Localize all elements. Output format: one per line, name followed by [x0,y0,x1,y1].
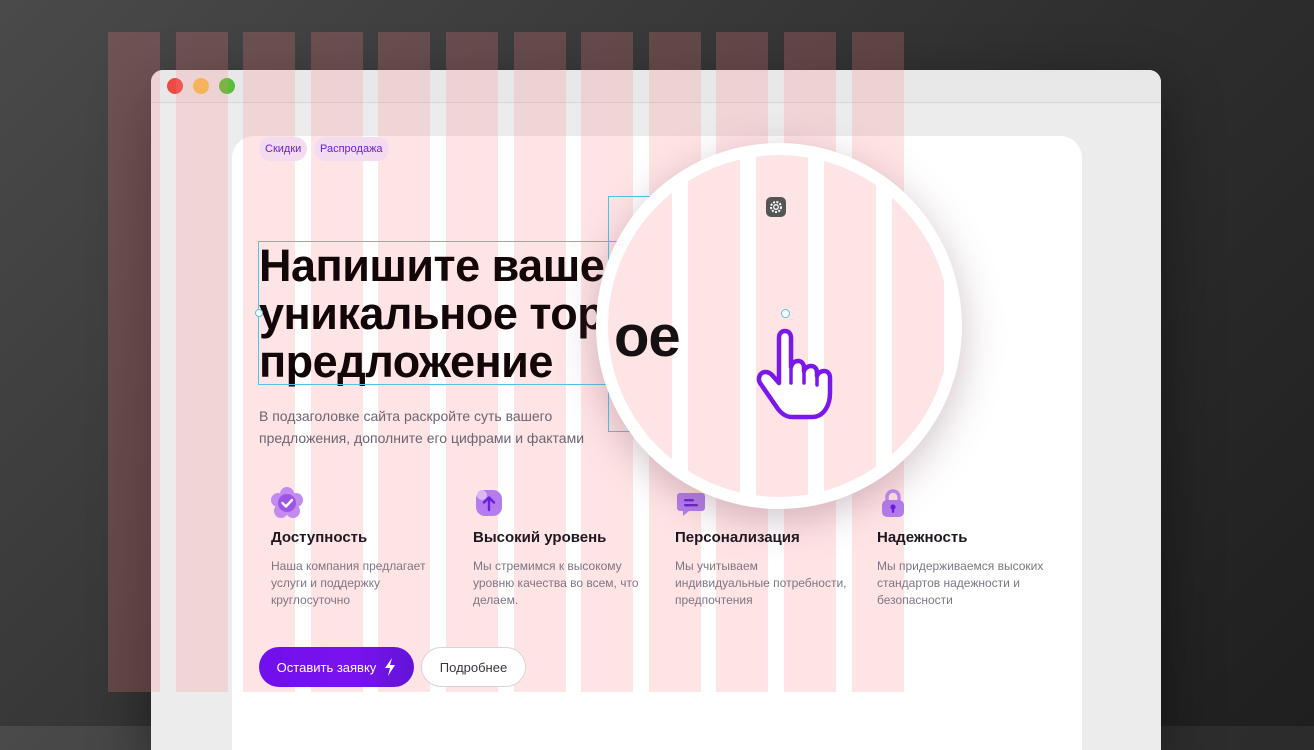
minimize-window-button[interactable] [193,78,209,94]
feature-description: Мы стремимся к высокому уровню качества … [473,559,639,607]
lightning-icon [385,658,396,676]
window-titlebar [151,70,1161,103]
grid-column [892,155,944,497]
title-selection-box [258,241,628,385]
feature-title: Высокий уровень [473,529,607,546]
feature-description: Мы придерживаемся высоких стандартов над… [877,559,1044,607]
grid-column [688,155,740,497]
flower-check-icon [271,487,303,518]
hero-subtitle: В подзаголовке сайта раскройте суть ваше… [259,405,619,449]
tag-chip-discounts[interactable]: Скидки [259,137,308,161]
feature-description: Мы учитываем индивидуальные потребности,… [675,559,847,607]
selection-handle[interactable] [255,309,263,317]
feature-title: Персонализация [675,529,800,546]
selection-handle[interactable] [781,309,790,318]
feature-title: Надежность [877,529,968,546]
tag-chip-sale[interactable]: Распродажа [314,137,389,161]
close-window-button[interactable] [167,78,183,94]
magnified-title-fragment: ое [614,304,681,369]
button-label: Оставить заявку [276,659,377,675]
maximize-window-button[interactable] [219,78,235,94]
leave-request-button[interactable]: Оставить заявку [259,647,414,687]
hero-subtitle-line: В подзаголовке сайта раскройте суть ваше… [259,408,553,424]
feature-title: Доступность [271,529,368,546]
hand-pointer-icon [756,328,833,420]
arrow-up-icon [476,490,502,516]
more-details-button[interactable]: Подробнее [421,647,526,687]
hero-subtitle-line: предложения, дополните его цифрами и фак… [259,430,585,446]
gear-icon [770,201,782,213]
feature-description: Наша компания предлагает услуги и поддер… [271,559,426,607]
settings-button[interactable] [766,197,786,217]
